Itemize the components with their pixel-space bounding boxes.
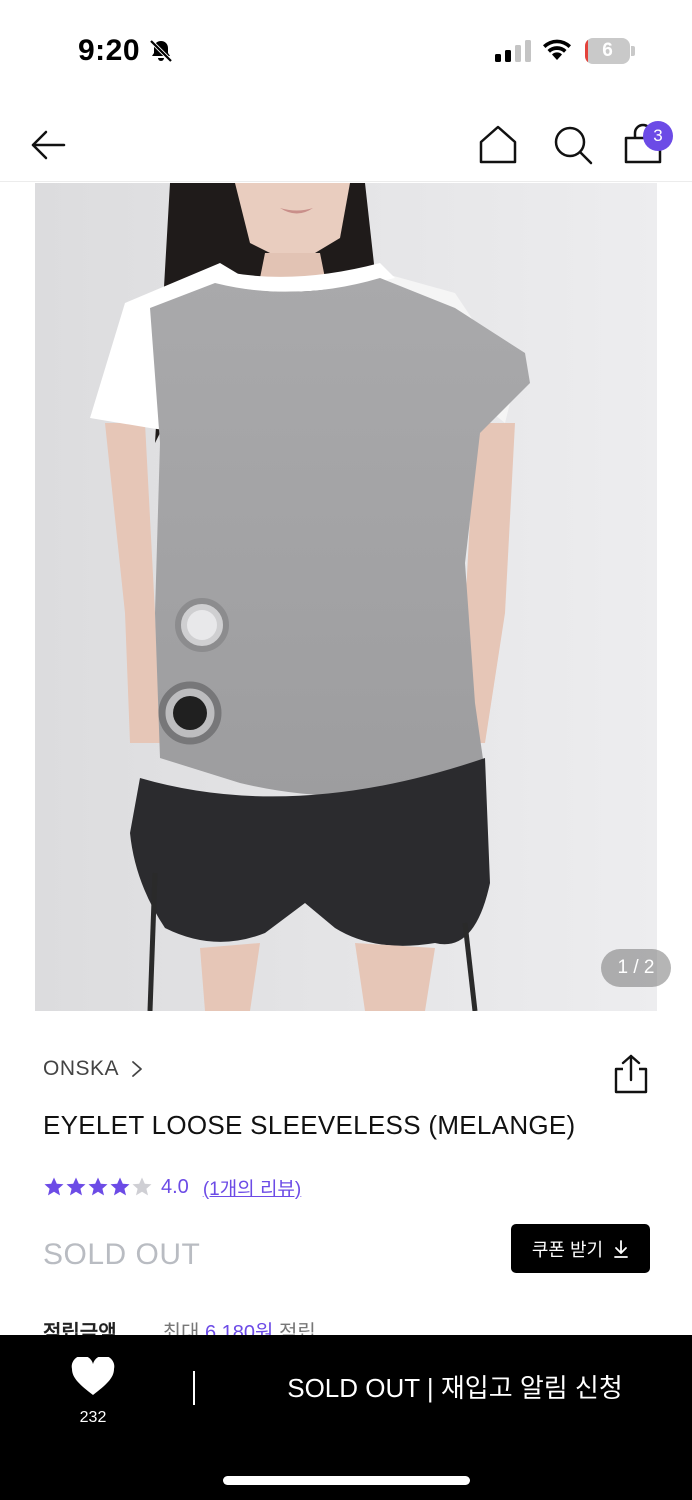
points-row: 적립금액 최대 6,180원 적립 xyxy=(43,1316,443,1336)
rating-stars xyxy=(43,1176,153,1198)
star-empty-icon xyxy=(132,1177,152,1196)
coupon-download-button[interactable]: 쿠폰 받기 xyxy=(511,1224,650,1273)
heart-icon xyxy=(71,1357,115,1395)
star-filled-icon xyxy=(66,1177,86,1196)
top-navigation xyxy=(0,108,692,182)
star-filled-icon xyxy=(44,1177,64,1196)
product-title: EYELET LOOSE SLEEVELESS (MELANGE) xyxy=(43,1110,576,1140)
divider xyxy=(193,1371,195,1405)
like-button[interactable]: 232 xyxy=(60,1353,126,1433)
points-prefix: 최대 xyxy=(162,1322,200,1336)
home-indicator[interactable] xyxy=(223,1476,470,1485)
review-link[interactable]: (1개의 리뷰) xyxy=(203,1174,301,1201)
share-icon[interactable] xyxy=(611,1053,651,1095)
points-suffix: 적립 xyxy=(278,1322,316,1336)
restock-alert-button[interactable]: SOLD OUT | 재입고 알림 신청 xyxy=(230,1355,680,1421)
image-counter: 1 / 2 xyxy=(601,949,671,987)
product-photo xyxy=(35,183,657,1011)
star-filled-icon xyxy=(110,1177,130,1196)
brand-link[interactable]: ONSKA xyxy=(43,1055,143,1083)
bell-off-icon xyxy=(149,39,173,63)
coupon-button-label: 쿠폰 받기 xyxy=(531,1239,604,1260)
cart-count-badge[interactable]: 3 xyxy=(643,121,673,151)
points-label: 적립금액 xyxy=(43,1322,117,1336)
status-time: 9:20 xyxy=(78,34,141,67)
wifi-icon xyxy=(543,39,571,60)
cellular-signal-icon xyxy=(495,40,531,62)
home-icon[interactable] xyxy=(475,122,521,168)
search-icon[interactable] xyxy=(550,122,596,168)
sold-out-status: SOLD OUT xyxy=(43,1238,201,1271)
status-bar: 9:20 6 xyxy=(0,0,692,100)
points-value: 6,180원 xyxy=(204,1322,274,1336)
battery-icon: 6 xyxy=(585,38,635,64)
chevron-right-icon xyxy=(132,1061,142,1077)
battery-level: 6 xyxy=(602,40,613,61)
back-arrow-icon[interactable] xyxy=(26,122,72,168)
product-image[interactable] xyxy=(35,183,657,1011)
download-icon xyxy=(614,1239,629,1258)
rating-value: 4.0 xyxy=(161,1175,189,1198)
star-filled-icon xyxy=(88,1177,108,1196)
rating-row: 4.0 (1개의 리뷰) xyxy=(43,1173,301,1201)
brand-name: ONSKA xyxy=(43,1057,120,1080)
like-count: 232 xyxy=(79,1409,107,1426)
